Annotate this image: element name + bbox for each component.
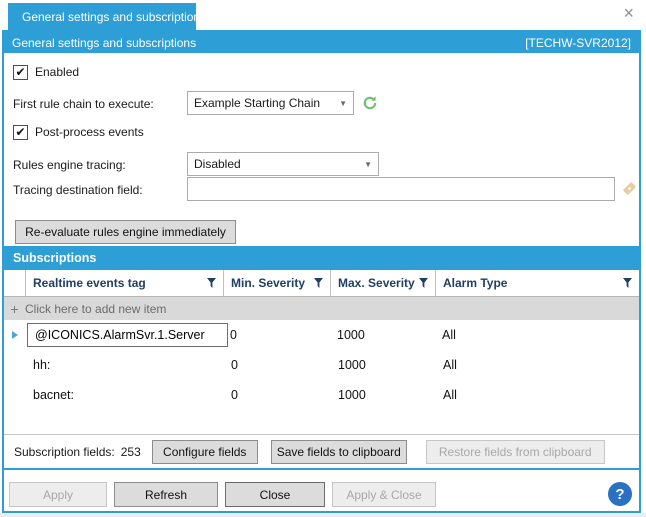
footer-button-bar: Apply Refresh Close Apply & Close ? <box>4 470 639 511</box>
current-row-marker-icon <box>12 331 18 339</box>
filter-icon[interactable] <box>623 278 632 288</box>
tab-general-settings[interactable]: General settings and subscriptions × <box>8 3 196 30</box>
tracing-dest-input[interactable] <box>187 177 615 201</box>
min-severity-cell[interactable]: 0 <box>223 388 330 402</box>
tag-icon[interactable] <box>621 180 638 197</box>
first-rule-chain-select[interactable]: Example Starting Chain ▼ <box>187 91 354 115</box>
tab-title: General settings and subscriptions <box>22 10 206 24</box>
row-selector-gutter[interactable] <box>4 380 25 410</box>
subscriptions-header: Subscriptions <box>4 246 639 270</box>
table-row[interactable]: 0 1000 All <box>4 320 639 350</box>
save-fields-button[interactable]: Save fields to clipboard <box>271 440 407 464</box>
tag-cell[interactable]: bacnet: <box>25 388 223 402</box>
add-new-item-row[interactable]: + Click here to add new item <box>4 297 639 320</box>
column-header-realtime-events-tag[interactable]: Realtime events tag <box>25 270 223 296</box>
tag-cell-editor[interactable] <box>27 323 228 347</box>
window-bottom-edge <box>0 513 646 517</box>
general-settings-panel: General settings and subscriptions × × G… <box>0 0 646 517</box>
alarm-type-cell[interactable]: All <box>435 358 639 372</box>
dialog-titlebar: General settings and subscriptions [TECH… <box>4 32 639 53</box>
chevron-down-icon: ▼ <box>339 99 347 108</box>
filter-icon[interactable] <box>314 278 323 288</box>
tracing-dest-label: Tracing destination field: <box>13 183 143 197</box>
dialog-title: General settings and subscriptions <box>12 36 196 50</box>
chevron-down-icon: ▼ <box>364 160 372 169</box>
apply-close-button[interactable]: Apply & Close <box>332 482 436 507</box>
add-new-item-label: Click here to add new item <box>25 302 166 316</box>
first-rule-chain-label: First rule chain to execute: <box>13 97 154 111</box>
filter-icon[interactable] <box>419 278 428 288</box>
settings-dialog: General settings and subscriptions [TECH… <box>2 30 641 513</box>
post-process-checkbox[interactable]: ✔ <box>13 125 28 140</box>
max-severity-cell[interactable]: 1000 <box>330 358 435 372</box>
min-severity-cell[interactable]: 0 <box>223 358 330 372</box>
plus-icon: + <box>4 301 25 317</box>
tab-close-icon[interactable]: × <box>214 9 223 25</box>
refresh-icon[interactable] <box>362 95 378 111</box>
server-name: [TECHW-SVR2012] <box>525 36 631 50</box>
alarm-type-cell[interactable]: All <box>434 328 639 342</box>
apply-button[interactable]: Apply <box>9 482 107 507</box>
tag-cell[interactable]: hh: <box>25 358 223 372</box>
post-process-row: ✔ Post-process events <box>13 123 144 141</box>
enabled-checkbox[interactable]: ✔ <box>13 65 28 80</box>
min-severity-cell[interactable]: 0 <box>222 328 329 342</box>
row-selector-gutter[interactable] <box>4 350 25 380</box>
alarm-type-cell[interactable]: All <box>435 388 639 402</box>
column-header-min-severity[interactable]: Min. Severity <box>223 270 330 296</box>
max-severity-cell[interactable]: 1000 <box>330 388 435 402</box>
tab-bar: General settings and subscriptions × × <box>0 0 646 30</box>
tracing-value: Disabled <box>194 157 360 171</box>
row-selector-gutter[interactable] <box>4 320 25 350</box>
post-process-label: Post-process events <box>35 125 144 139</box>
refresh-button[interactable]: Refresh <box>114 482 218 507</box>
window-close-icon[interactable]: × <box>623 4 634 22</box>
reevaluate-button[interactable]: Re-evaluate rules engine immediately <box>15 220 236 244</box>
column-header-max-severity[interactable]: Max. Severity <box>330 270 435 296</box>
max-severity-cell[interactable]: 1000 <box>329 328 434 342</box>
tracing-select[interactable]: Disabled ▼ <box>187 152 379 176</box>
enabled-label: Enabled <box>35 65 79 79</box>
close-button[interactable]: Close <box>225 482 325 507</box>
configure-fields-button[interactable]: Configure fields <box>152 440 258 464</box>
subscriptions-grid-header: Realtime events tag Min. Severity Max. S… <box>4 270 639 297</box>
table-row[interactable]: hh: 0 1000 All <box>4 350 639 380</box>
grid-gutter-header <box>4 270 25 296</box>
tracing-label: Rules engine tracing: <box>13 158 126 172</box>
first-rule-chain-value: Example Starting Chain <box>194 96 335 110</box>
subscription-fields-bar: Subscription fields: 253 Configure field… <box>4 435 639 468</box>
help-icon[interactable]: ? <box>608 482 632 506</box>
subscription-fields-count: 253 <box>121 445 141 459</box>
table-row[interactable]: bacnet: 0 1000 All <box>4 380 639 410</box>
column-header-alarm-type[interactable]: Alarm Type <box>435 270 639 296</box>
restore-fields-button[interactable]: Restore fields from clipboard <box>426 440 605 464</box>
subscription-fields-label: Subscription fields: <box>14 445 115 459</box>
enabled-row: ✔ Enabled <box>13 63 79 81</box>
filter-icon[interactable] <box>207 278 216 288</box>
